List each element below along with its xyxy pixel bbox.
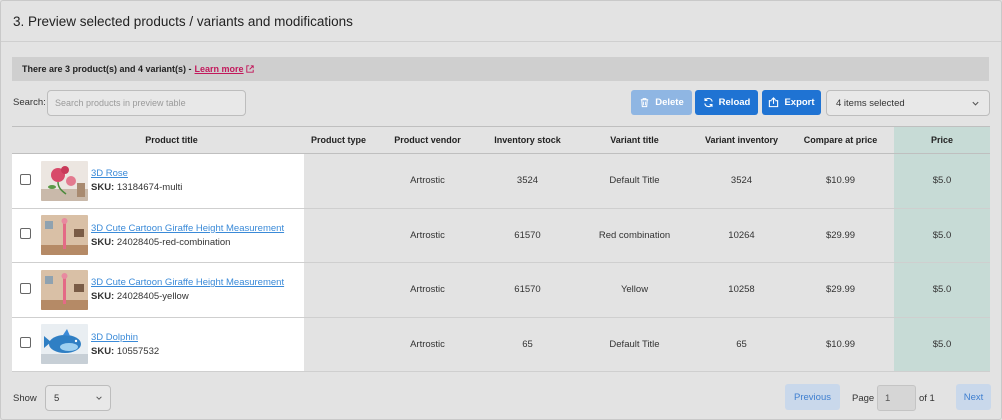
row-select-cell xyxy=(12,317,39,372)
product-sku: SKU: 24028405-red-combination xyxy=(91,236,231,248)
row-checkbox[interactable] xyxy=(20,282,31,294)
price-cell[interactable]: $5.0 xyxy=(894,317,990,372)
panel-header: 3. Preview selected products / variants … xyxy=(1,1,1001,42)
product-type-cell xyxy=(304,153,373,209)
product-type-cell xyxy=(304,317,373,372)
variant-title-cell: Red combination xyxy=(573,208,696,263)
table-row: 3D Cute Cartoon Giraffe Height Measureme… xyxy=(12,262,990,318)
chevron-down-icon xyxy=(96,396,102,400)
header-compare-price[interactable]: Compare at price xyxy=(787,126,894,154)
next-page-button[interactable]: Next xyxy=(956,384,991,410)
product-sku: SKU: 13184674-multi xyxy=(91,182,183,194)
table-header-row: Product title Product type Product vendo… xyxy=(12,126,990,154)
show-label: Show xyxy=(13,393,37,404)
external-link-icon xyxy=(245,65,254,73)
product-cell: 3D Cute Cartoon Giraffe Height Measureme… xyxy=(39,208,304,263)
variant-title-cell: Default Title xyxy=(573,153,696,209)
search-label: Search: xyxy=(13,97,46,108)
page-number-input[interactable] xyxy=(877,385,916,411)
product-sku: SKU: 24028405-yellow xyxy=(91,291,189,303)
page-size-select[interactable]: 5 xyxy=(45,385,111,411)
row-checkbox[interactable] xyxy=(20,173,31,185)
product-thumbnail-dolphin[interactable] xyxy=(41,324,88,365)
variant-inventory-cell: 3524 xyxy=(696,153,787,209)
inventory-stock-cell: 61570 xyxy=(482,262,573,318)
product-cell: 3D Dolphin SKU: 10557532 xyxy=(39,317,304,372)
variant-inventory-cell: 10264 xyxy=(696,208,787,263)
delete-label: Delete xyxy=(655,97,684,108)
product-link[interactable]: 3D Dolphin xyxy=(91,332,159,343)
inventory-stock-cell: 61570 xyxy=(482,208,573,263)
compare-price-cell: $10.99 xyxy=(787,153,894,209)
product-cell: 3D Rose SKU: 13184674-multi xyxy=(39,153,304,209)
search-input[interactable] xyxy=(47,90,246,116)
learn-more-link[interactable]: Learn more xyxy=(195,64,254,74)
page-total-label: of 1 xyxy=(919,393,935,404)
product-link[interactable]: 3D Cute Cartoon Giraffe Height Measureme… xyxy=(91,223,284,234)
compare-price-cell: $10.99 xyxy=(787,317,894,372)
price-cell[interactable]: $5.0 xyxy=(894,153,990,209)
variant-inventory-cell: 65 xyxy=(696,317,787,372)
variant-inventory-cell: 10258 xyxy=(696,262,787,318)
row-select-cell xyxy=(12,153,39,209)
header-select xyxy=(12,126,39,154)
row-select-cell xyxy=(12,208,39,263)
product-thumbnail-rose[interactable] xyxy=(41,160,88,201)
chevron-down-icon xyxy=(972,101,979,106)
product-cell: 3D Cute Cartoon Giraffe Height Measureme… xyxy=(39,262,304,318)
page-label: Page xyxy=(852,393,875,404)
inventory-stock-cell: 3524 xyxy=(482,153,573,209)
notice-text: There are 3 product(s) and 4 variant(s) … xyxy=(22,64,192,74)
compare-price-cell: $29.99 xyxy=(787,208,894,263)
header-variant-inventory[interactable]: Variant inventory xyxy=(696,126,787,154)
row-checkbox[interactable] xyxy=(20,337,31,349)
product-vendor-cell: Artrostic xyxy=(373,262,482,318)
export-icon xyxy=(769,97,779,108)
reload-label: Reload xyxy=(718,97,751,108)
header-product-title[interactable]: Product title xyxy=(39,126,304,154)
table-toolbar: Search: Delete Reload Export 4 items sel… xyxy=(12,90,990,116)
refresh-icon xyxy=(703,97,713,108)
row-checkbox[interactable] xyxy=(20,228,31,240)
header-price[interactable]: Price xyxy=(894,126,990,154)
info-notice: There are 3 product(s) and 4 variant(s) … xyxy=(12,57,989,81)
preview-panel: 3. Preview selected products / variants … xyxy=(0,0,1002,420)
reload-button[interactable]: Reload xyxy=(695,90,758,115)
variant-title-cell: Yellow xyxy=(573,262,696,318)
product-vendor-cell: Artrostic xyxy=(373,317,482,372)
inventory-stock-cell: 65 xyxy=(482,317,573,372)
product-thumbnail-giraffe[interactable] xyxy=(41,215,88,256)
preview-table: Product title Product type Product vendo… xyxy=(12,126,990,372)
row-select-cell xyxy=(12,262,39,318)
bulk-selection-select[interactable]: 4 items selected xyxy=(826,90,990,116)
price-cell[interactable]: $5.0 xyxy=(894,262,990,318)
product-type-cell xyxy=(304,262,373,318)
product-vendor-cell: Artrostic xyxy=(373,208,482,263)
variant-title-cell: Default Title xyxy=(573,317,696,372)
price-cell[interactable]: $5.0 xyxy=(894,208,990,263)
delete-button[interactable]: Delete xyxy=(631,90,692,115)
pagination-footer: Show 5 Previous Page of 1 Next xyxy=(12,384,991,411)
table-row: 3D Cute Cartoon Giraffe Height Measureme… xyxy=(12,208,990,263)
export-label: Export xyxy=(784,97,815,108)
table-row: 3D Rose SKU: 13184674-multi Artrostic 35… xyxy=(12,153,990,209)
product-type-cell xyxy=(304,208,373,263)
header-product-vendor[interactable]: Product vendor xyxy=(373,126,482,154)
product-link[interactable]: 3D Cute Cartoon Giraffe Height Measureme… xyxy=(91,277,284,288)
product-vendor-cell: Artrostic xyxy=(373,153,482,209)
section-title: 3. Preview selected products / variants … xyxy=(13,13,353,29)
product-link[interactable]: 3D Rose xyxy=(91,168,182,179)
previous-page-button[interactable]: Previous xyxy=(785,384,840,410)
export-button[interactable]: Export xyxy=(762,90,821,115)
header-variant-title[interactable]: Variant title xyxy=(573,126,696,154)
table-row: 3D Dolphin SKU: 10557532 Artrostic 65 De… xyxy=(12,317,990,372)
product-thumbnail-giraffe[interactable] xyxy=(41,269,88,310)
compare-price-cell: $29.99 xyxy=(787,262,894,318)
header-inventory-stock[interactable]: Inventory stock xyxy=(482,126,573,154)
header-product-type[interactable]: Product type xyxy=(304,126,373,154)
selection-value: 4 items selected xyxy=(836,97,905,109)
page-size-value: 5 xyxy=(54,392,60,404)
product-sku: SKU: 10557532 xyxy=(91,345,160,357)
trash-icon xyxy=(641,98,649,108)
